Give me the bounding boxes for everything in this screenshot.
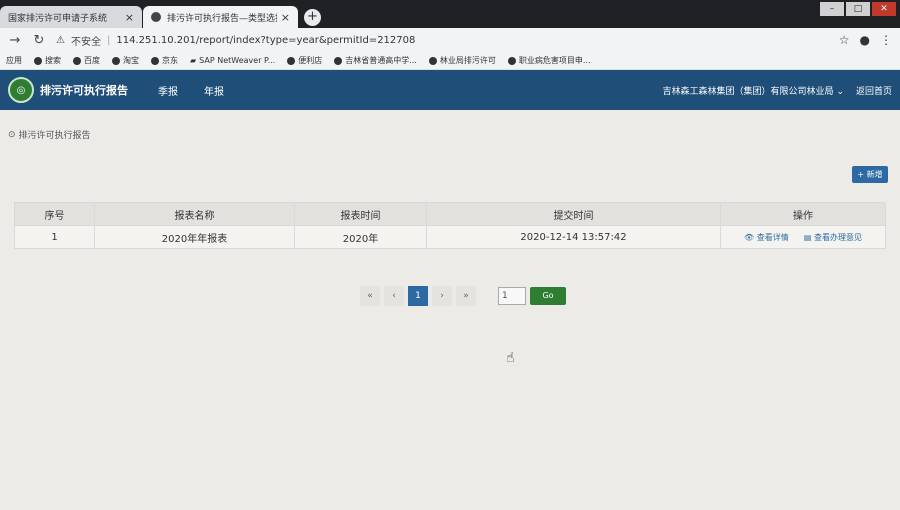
app-header: ◎ 排污许可执行报告 季报 年报 吉林森工森林集团（集团）有限公司林业局 ⌄ 返… <box>0 70 900 110</box>
url-text: 114.251.10.201/report/index?type=year&pe… <box>116 34 416 46</box>
browser-right-icons: ☆ ● ⋮ <box>839 33 892 47</box>
bookmark-item[interactable]: 便利店 <box>287 55 322 66</box>
bookmark-item[interactable]: 林业局排污许可 <box>428 55 496 66</box>
back-icon[interactable]: → <box>8 33 22 48</box>
close-icon[interactable]: × <box>125 11 134 24</box>
globe-icon <box>151 56 159 65</box>
nav-quarterly[interactable]: 季报 <box>158 83 178 98</box>
star-icon[interactable]: ☆ <box>839 33 850 47</box>
globe-icon <box>151 12 161 22</box>
report-table: 序号 报表名称 报表时间 提交时间 操作 1 2020年年报表 2020年 20… <box>14 202 886 249</box>
globe-icon <box>112 56 120 65</box>
tab-title: 国家排污许可申请子系统 <box>8 13 108 24</box>
col-index: 序号 <box>14 202 95 226</box>
globe-icon <box>73 56 81 65</box>
col-period: 报表时间 <box>294 202 427 226</box>
document-icon: ▤ <box>803 232 812 242</box>
minimize-icon[interactable]: – <box>820 2 844 16</box>
last-page-button[interactable]: » <box>456 286 476 306</box>
account-icon[interactable]: ● <box>860 33 870 47</box>
cell-index: 1 <box>14 225 95 249</box>
company-name: 吉林森工森林集团（集团）有限公司林业局 <box>662 86 834 97</box>
prev-page-button[interactable]: ‹ <box>384 286 404 306</box>
col-operations: 操作 <box>720 202 886 226</box>
col-name: 报表名称 <box>94 202 295 226</box>
page-content: ⊙ 排污许可执行报告 + 新增 序号 报表名称 报表时间 提交时间 操作 1 2… <box>0 110 900 510</box>
location-icon: ⊙ <box>8 129 16 140</box>
sap-icon: ▰ <box>190 56 197 65</box>
page-number-input[interactable]: 1 <box>498 287 526 305</box>
bookmark-item[interactable]: 吉林省普通高中学... <box>334 55 417 66</box>
breadcrumb: ⊙ 排污许可执行报告 <box>8 128 91 142</box>
first-page-button[interactable]: « <box>360 286 380 306</box>
view-detail-link[interactable]: 👁 查看详情 <box>744 233 789 242</box>
address-bar: → ↻ ⚠ 不安全 | 114.251.10.201/report/index?… <box>0 28 900 52</box>
window-close-icon[interactable]: ✕ <box>872 2 896 16</box>
bookmark-item[interactable]: 职业病危害项目申... <box>507 55 591 66</box>
bookmark-item[interactable]: 淘宝 <box>112 55 139 66</box>
maximize-icon[interactable]: □ <box>846 2 870 16</box>
globe-icon <box>34 56 42 65</box>
url-field[interactable]: ⚠ 不安全 | 114.251.10.201/report/index?type… <box>56 33 829 48</box>
bookmarks-bar: 应用 搜索 百度 淘宝 京东 ▰ SAP NetWeaver P... 便利店 吉… <box>0 52 900 70</box>
pagination: « ‹ 1 › » 1 Go <box>360 286 566 306</box>
page-1-button[interactable]: 1 <box>408 286 428 306</box>
new-tab-button[interactable]: + <box>304 9 321 26</box>
globe-icon <box>428 56 437 65</box>
bookmark-item[interactable]: 搜索 <box>34 55 61 66</box>
next-page-button[interactable]: › <box>432 286 452 306</box>
add-button[interactable]: + 新增 <box>852 166 888 183</box>
bookmark-item[interactable]: ▰ SAP NetWeaver P... <box>190 56 275 65</box>
eye-icon: 👁 <box>744 232 755 242</box>
hand-cursor-icon: ☝ <box>506 350 515 366</box>
globe-icon <box>507 56 516 65</box>
table-row: 1 2020年年报表 2020年 2020-12-14 13:57:42 👁 查… <box>14 225 886 249</box>
emblem-icon: ◎ <box>8 77 34 103</box>
table-header-row: 序号 报表名称 报表时间 提交时间 操作 <box>14 202 886 226</box>
window-controls: – □ ✕ <box>820 2 896 16</box>
cell-submitted: 2020-12-14 13:57:42 <box>426 225 721 249</box>
company-dropdown[interactable]: 吉林森工森林集团（集团）有限公司林业局 ⌄ <box>663 84 844 97</box>
bookmark-item[interactable]: 百度 <box>73 55 100 66</box>
reload-icon[interactable]: ↻ <box>32 33 46 48</box>
bookmark-item[interactable]: 应用 <box>6 55 22 66</box>
warning-icon: ⚠ <box>56 34 65 46</box>
cell-operations: 👁 查看详情 ▤ 查看办理意见 <box>720 225 886 249</box>
nav-annual[interactable]: 年报 <box>204 83 224 98</box>
tab-title: 排污许可执行报告—类型选择 <box>167 13 277 24</box>
app-title: 排污许可执行报告 <box>40 84 128 97</box>
browser-tabstrip: 国家排污许可申请子系统 × 排污许可执行报告—类型选择 × + – □ ✕ <box>0 0 900 28</box>
url-separator: | <box>106 34 111 46</box>
home-link[interactable]: 返回首页 <box>856 84 892 97</box>
close-icon[interactable]: × <box>281 11 290 24</box>
menu-icon[interactable]: ⋮ <box>880 33 892 47</box>
globe-icon <box>334 56 343 65</box>
col-submitted: 提交时间 <box>426 202 721 226</box>
bookmark-item[interactable]: 京东 <box>151 55 178 66</box>
globe-icon <box>287 56 296 65</box>
browser-tab-2[interactable]: 排污许可执行报告—类型选择 × <box>143 6 298 28</box>
go-button[interactable]: Go <box>530 287 566 305</box>
cell-period: 2020年 <box>294 225 427 249</box>
breadcrumb-label[interactable]: 排污许可执行报告 <box>19 128 91 141</box>
cell-name: 2020年年报表 <box>94 225 295 249</box>
chevron-down-icon: ⌄ <box>836 86 844 97</box>
view-opinion-link[interactable]: ▤ 查看办理意见 <box>804 233 862 242</box>
security-label: 不安全 <box>70 36 101 48</box>
browser-tab-1[interactable]: 国家排污许可申请子系统 × <box>0 6 142 28</box>
